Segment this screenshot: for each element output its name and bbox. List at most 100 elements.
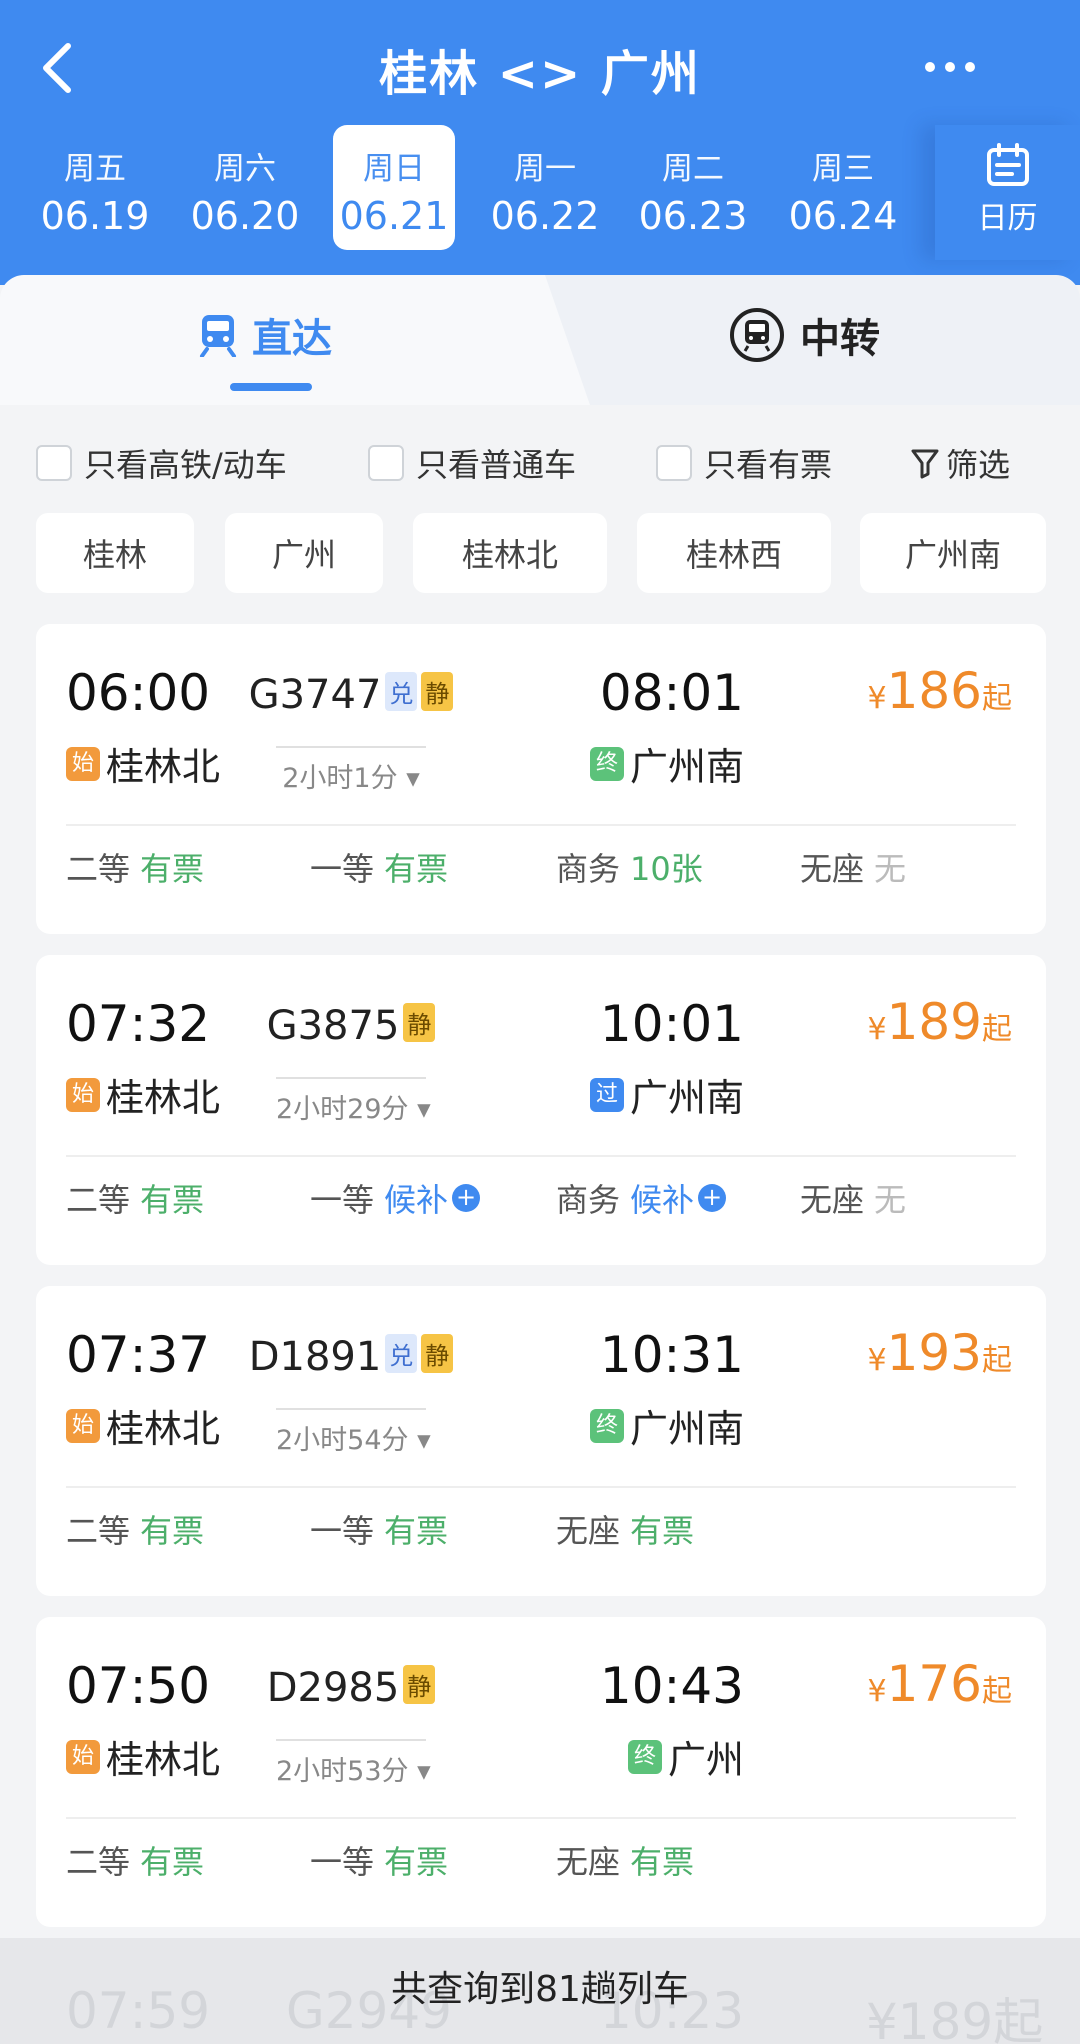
duration[interactable]: 2小时53分 ▾ [276, 1739, 431, 1788]
quiet-badge: 静 [403, 1003, 436, 1042]
date-item[interactable]: 周五 06.19 [25, 125, 165, 250]
station-chip[interactable]: 广州 [225, 513, 383, 593]
quiet-badge: 静 [403, 1665, 436, 1704]
station-chips: 桂林 广州 桂林北 桂林西 广州南 [0, 513, 1080, 595]
seat-name: 无座 [556, 1512, 621, 1550]
price: ¥193起 [867, 1324, 1012, 1382]
train-card[interactable]: 07:50 D2985 静 2小时53分 ▾ 10:43 始桂林北 终广州 ¥17… [36, 1617, 1046, 1927]
tab-direct[interactable]: 直达 [198, 305, 332, 365]
price-value: 176 [886, 1655, 982, 1713]
filter-highspeed-label: 只看高铁/动车 [84, 446, 287, 484]
duration[interactable]: 2小时54分 ▾ [276, 1408, 431, 1457]
price-value: 186 [886, 662, 982, 720]
train-number-text: G3875 [266, 1003, 400, 1049]
date-value: 06.19 [40, 194, 150, 238]
date-value: 06.23 [638, 194, 748, 238]
arrive-time: 10:31 [599, 1326, 744, 1384]
seat-first-class: 一等 有票 [310, 1506, 448, 1552]
train-number: D1891 兑静 [236, 1334, 466, 1380]
checkbox-icon [656, 445, 692, 481]
tab-active-indicator [230, 383, 312, 391]
duration[interactable]: 2小时1分 ▾ [276, 746, 426, 795]
price-value: 193 [886, 1324, 982, 1382]
filter-button-label: 筛选 [946, 446, 1011, 484]
date-weekday: 周二 [662, 151, 724, 187]
seat-status: 候补 [384, 1181, 449, 1219]
seat-standing: 无座 有票 [556, 1506, 694, 1552]
seat-second-class: 二等 有票 [66, 1506, 204, 1552]
seat-standing: 无座无 [800, 844, 906, 890]
train-card[interactable]: 06:00 G3747 兑静 2小时1分 ▾ 08:01 始桂林北 终广州南 ¥1… [36, 624, 1046, 934]
plus-icon[interactable]: + [698, 1184, 727, 1212]
train-card[interactable]: 07:32 G3875 静 2小时29分 ▾ 10:01 始桂林北 过广州南 ¥1… [36, 955, 1046, 1265]
station-chip[interactable]: 桂林 [36, 513, 194, 593]
divider [66, 1155, 1016, 1157]
exchange-badge: 兑 [385, 672, 418, 711]
station-chip[interactable]: 桂林西 [637, 513, 831, 593]
price-suffix: 起 [982, 1343, 1012, 1378]
date-item[interactable]: 周六 06.20 [175, 125, 315, 250]
seat-status: 有票 [140, 1512, 205, 1550]
train-number-text: D1891 [248, 1334, 382, 1380]
tab-transfer[interactable]: 中转 [728, 305, 880, 365]
filter-button[interactable]: 筛选 [910, 440, 1010, 486]
seat-status: 有票 [140, 1843, 205, 1881]
duration-text: 2小时54分 [276, 1425, 409, 1456]
train-card[interactable]: 07:37 D1891 兑静 2小时54分 ▾ 10:31 始桂林北 终广州南 ¥… [36, 1286, 1046, 1596]
date-weekday: 周三 [812, 151, 874, 187]
chevron-down-icon: ▾ [417, 1425, 431, 1456]
chevron-down-icon: ▾ [417, 1094, 431, 1125]
arrive-station-name: 广州南 [629, 745, 744, 789]
seat-name: 商务 [556, 850, 621, 888]
arrive-station-name: 广州南 [629, 1076, 744, 1120]
origin-tag: 始 [66, 1739, 100, 1774]
date-selector: 周五 06.19 周六 06.20 周日 06.21 周一 06.22 周二 0… [0, 125, 930, 250]
date-weekday: 周五 [64, 151, 126, 187]
price-symbol: ¥ [867, 681, 887, 716]
terminal-tag: 终 [589, 746, 624, 781]
seat-first-class: 一等 有票 [310, 844, 448, 890]
arrive-time: 08:01 [599, 664, 744, 722]
filter-available-checkbox[interactable]: 只看有票 [656, 440, 832, 486]
depart-station-name: 桂林北 [106, 1076, 221, 1120]
transfer-icon [730, 308, 784, 362]
seat-second-class: 二等 有票 [66, 1175, 204, 1221]
date-weekday: 周六 [214, 151, 276, 187]
date-weekday: 周一 [514, 151, 576, 187]
filter-highspeed-checkbox[interactable]: 只看高铁/动车 [36, 440, 287, 486]
duration[interactable]: 2小时29分 ▾ [276, 1077, 431, 1126]
seat-first-class: 一等 有票 [310, 1837, 448, 1883]
date-item[interactable]: 周二 06.23 [623, 125, 763, 250]
date-item[interactable]: 周三 06.24 [773, 125, 913, 250]
plus-icon[interactable]: + [452, 1184, 481, 1212]
checkbox-icon [368, 445, 404, 481]
seat-name: 二等 [66, 850, 131, 888]
station-chip[interactable]: 桂林北 [413, 513, 607, 593]
chevron-down-icon: ▾ [417, 1756, 431, 1787]
seat-first-class[interactable]: 一等 候补 + [310, 1175, 481, 1221]
funnel-icon [911, 449, 939, 479]
filter-available-label: 只看有票 [704, 446, 833, 484]
date-item[interactable]: 周一 06.22 [475, 125, 615, 250]
seat-business[interactable]: 商务 候补 + [556, 1175, 727, 1221]
seat-name: 无座 [800, 1181, 865, 1219]
price-value: 189 [886, 993, 982, 1051]
depart-station-name: 桂林北 [106, 1407, 221, 1451]
price-symbol: ¥ [867, 1674, 887, 1709]
seat-name: 一等 [310, 850, 375, 888]
station-chip[interactable]: 广州南 [860, 513, 1046, 593]
seat-status: 10张 [630, 850, 703, 888]
terminal-tag: 终 [627, 1739, 662, 1774]
more-icon[interactable] [920, 52, 980, 82]
depart-station: 始桂林北 [66, 1729, 220, 1784]
date-value: 06.22 [490, 194, 600, 238]
price: ¥189起 [867, 993, 1012, 1051]
seat-status: 有票 [384, 850, 449, 888]
calendar-button[interactable]: 日历 [935, 125, 1080, 260]
date-value: 06.24 [788, 194, 898, 238]
origin-tag: 始 [66, 1077, 100, 1112]
filter-regular-checkbox[interactable]: 只看普通车 [368, 440, 576, 486]
date-item-selected[interactable]: 周日 06.21 [333, 125, 455, 250]
train-icon [200, 315, 236, 357]
chevron-down-icon: ▾ [406, 763, 420, 794]
